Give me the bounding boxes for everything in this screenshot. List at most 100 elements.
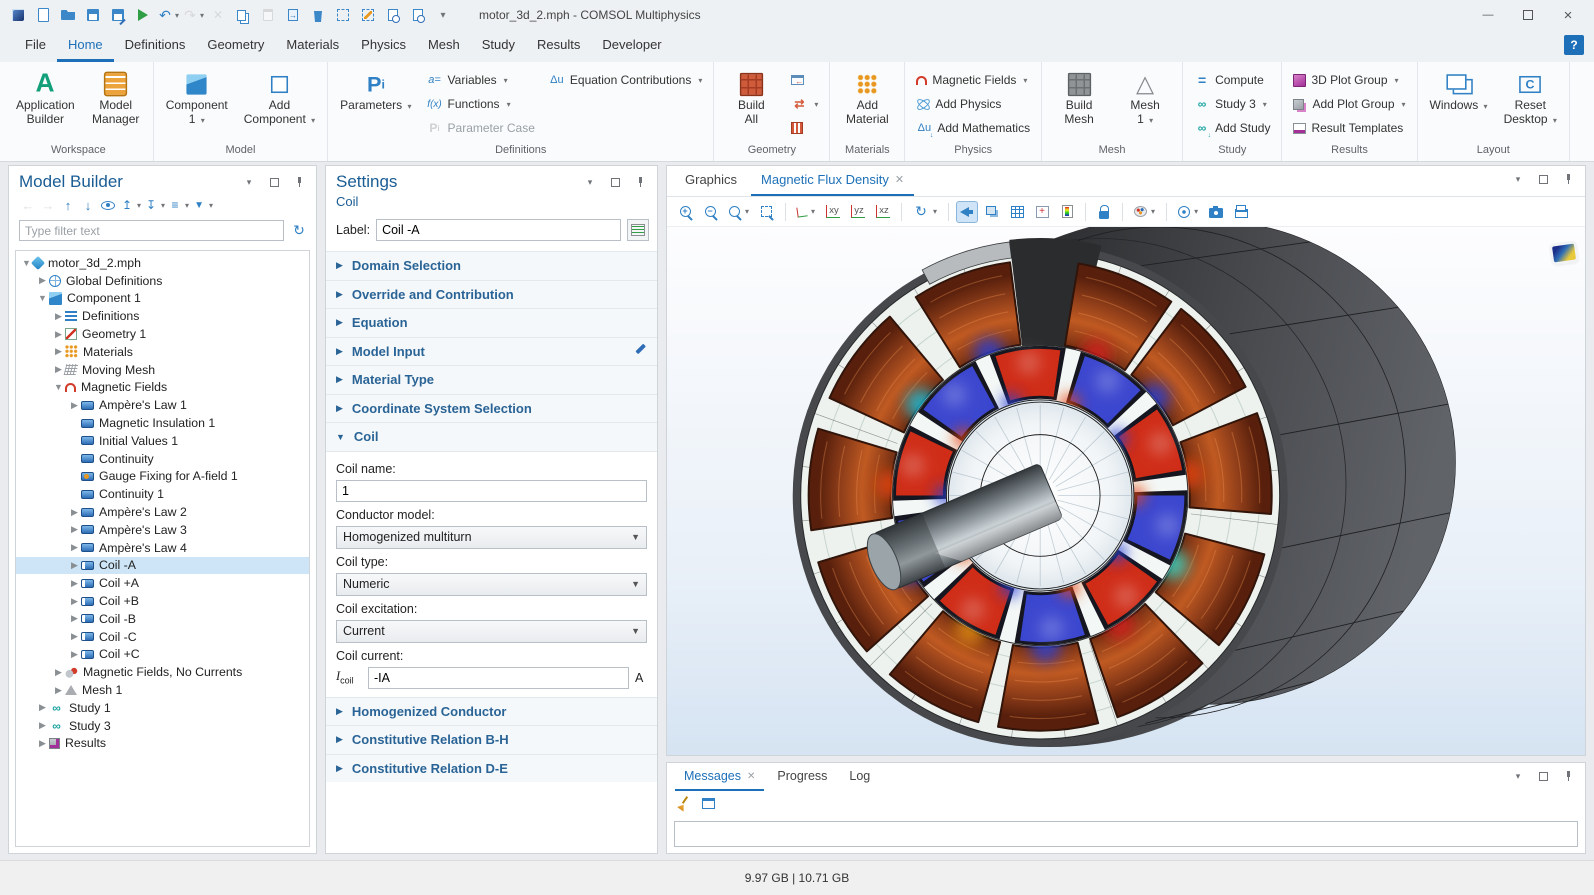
- chevron-right-icon[interactable]: ▶: [68, 507, 81, 518]
- environment-button[interactable]: ▾: [1174, 201, 1202, 223]
- new-file-button[interactable]: [31, 3, 55, 27]
- clear-messages-button[interactable]: [675, 794, 693, 812]
- tree-item-motor-3d-2-mph[interactable]: ▼motor_3d_2.mph: [16, 254, 309, 272]
- menu-item-results[interactable]: Results: [526, 30, 591, 62]
- coil-current-input[interactable]: [368, 667, 629, 689]
- collapse-button[interactable]: ↧▾: [143, 196, 165, 214]
- magnetic-fields-button[interactable]: Magnetic Fields▾: [911, 68, 1035, 92]
- tree-item-magnetic-insulation-1[interactable]: Magnetic Insulation 1: [16, 414, 309, 432]
- tab-messages[interactable]: Messages✕: [675, 764, 764, 791]
- section-homogenized-conductor[interactable]: ▶Homogenized Conductor: [326, 697, 657, 726]
- add-mathematics-button[interactable]: ΔuAdd Mathematics: [911, 116, 1035, 140]
- chevron-right-icon[interactable]: ▶: [68, 649, 81, 660]
- zoom-out-button[interactable]: −: [700, 201, 722, 223]
- tree-filter-input[interactable]: [19, 220, 284, 241]
- tree-item-magnetic-fields[interactable]: ▼Magnetic Fields: [16, 379, 309, 397]
- zoom-extents-button[interactable]: [756, 201, 778, 223]
- rename-button[interactable]: [627, 219, 649, 241]
- functions-button[interactable]: f(x)Functions▾: [422, 92, 540, 116]
- clear-selection-button[interactable]: [356, 3, 380, 27]
- section-equation[interactable]: ▶Equation: [326, 308, 657, 337]
- reset-desktop-button[interactable]: CResetDesktop ▾: [1498, 66, 1563, 130]
- float-button[interactable]: [1534, 767, 1552, 785]
- view-xz-button[interactable]: xz: [872, 201, 894, 223]
- menu-item-materials[interactable]: Materials: [275, 30, 350, 62]
- save-button[interactable]: [81, 3, 105, 27]
- screenshot-button[interactable]: [1205, 201, 1227, 223]
- tab-log[interactable]: Log: [840, 764, 879, 791]
- delete-button[interactable]: [306, 3, 330, 27]
- pin-button[interactable]: [631, 173, 649, 191]
- study-3-button[interactable]: ∞Study 3▾: [1189, 92, 1275, 116]
- menu-item-study[interactable]: Study: [471, 30, 526, 62]
- chevron-right-icon[interactable]: ▶: [52, 685, 65, 696]
- add-material-button[interactable]: AddMaterial: [836, 66, 898, 129]
- print-button[interactable]: [1230, 201, 1252, 223]
- expand-button[interactable]: ↥▾: [119, 196, 141, 214]
- appearance-button[interactable]: ▾: [1130, 201, 1159, 223]
- transparency-button[interactable]: [981, 201, 1003, 223]
- tree-item-coil-+a[interactable]: ▶Coil +A: [16, 574, 309, 592]
- default-view-button[interactable]: ▾: [793, 201, 819, 223]
- tree-item-coil-b[interactable]: ▶Coil -B: [16, 610, 309, 628]
- axis-orientation-button[interactable]: +: [1031, 201, 1053, 223]
- tree-item-study-3[interactable]: ▶∞Study 3: [16, 717, 309, 735]
- qat-customize-button[interactable]: ▾: [431, 3, 455, 27]
- chevron-right-icon[interactable]: ▶: [36, 702, 49, 713]
- tree-item-results[interactable]: ▶Results: [16, 735, 309, 753]
- chevron-right-icon[interactable]: ▶: [68, 400, 81, 411]
- section-coordinate-system-selection[interactable]: ▶Coordinate System Selection: [326, 394, 657, 423]
- plot-thumbnail-icon[interactable]: [1552, 244, 1576, 263]
- tab-progress[interactable]: Progress: [768, 764, 836, 791]
- build-all-button[interactable]: BuildAll: [720, 66, 782, 129]
- tree-item-continuity[interactable]: Continuity: [16, 450, 309, 468]
- mesh-1-button[interactable]: △Mesh1 ▾: [1114, 66, 1176, 130]
- lock-button[interactable]: [1093, 201, 1115, 223]
- move-down-button[interactable]: ↓: [79, 196, 97, 214]
- chevron-right-icon[interactable]: ▶: [68, 596, 81, 607]
- messages-output-box[interactable]: [674, 821, 1578, 847]
- float-button[interactable]: [265, 173, 283, 191]
- tree-item-coil-+c[interactable]: ▶Coil +C: [16, 646, 309, 664]
- add-component-button[interactable]: AddComponent ▾: [238, 66, 321, 130]
- tab-magnetic-flux-density[interactable]: Magnetic Flux Density✕: [751, 166, 914, 196]
- chevron-right-icon[interactable]: ▶: [36, 275, 49, 286]
- app-button[interactable]: [6, 3, 30, 27]
- float-button[interactable]: [1534, 170, 1552, 188]
- conductor-model-select[interactable]: Homogenized multiturn▼: [336, 526, 647, 549]
- show-button[interactable]: [99, 196, 117, 214]
- open-in-window-button[interactable]: [699, 794, 717, 812]
- menu-item-home[interactable]: Home: [57, 30, 114, 62]
- parameters--button[interactable]: PiParameters ▾: [334, 66, 417, 117]
- view-xy-button[interactable]: xy: [822, 201, 844, 223]
- chevron-down-button[interactable]: ▾: [1509, 767, 1527, 785]
- model-manager-button[interactable]: ModelManager: [85, 66, 147, 129]
- select-button[interactable]: [331, 3, 355, 27]
- coil-type-select[interactable]: Numeric▼: [336, 573, 647, 596]
- chevron-right-icon[interactable]: ▶: [68, 613, 81, 624]
- chevron-right-icon[interactable]: ▶: [52, 667, 65, 678]
- maximize-button[interactable]: [1508, 1, 1548, 29]
- section-model-input[interactable]: ▶Model Input: [326, 337, 657, 366]
- pin-button[interactable]: [290, 173, 308, 191]
- tree-item-coil-c[interactable]: ▶Coil -C: [16, 628, 309, 646]
- find-button[interactable]: [381, 3, 405, 27]
- save-as-button[interactable]: [106, 3, 130, 27]
- chevron-down-icon[interactable]: ▼: [36, 293, 49, 303]
- search-model-button[interactable]: [406, 3, 430, 27]
- copy-button[interactable]: [231, 3, 255, 27]
- menu-item-geometry[interactable]: Geometry: [196, 30, 275, 62]
- tree-item-global-definitions[interactable]: ▶Global Definitions: [16, 272, 309, 290]
- float-button[interactable]: [606, 173, 624, 191]
- open-button[interactable]: [56, 3, 80, 27]
- menu-item-definitions[interactable]: Definitions: [114, 30, 197, 62]
- zoom-in-button[interactable]: +: [675, 201, 697, 223]
- menu-item-mesh[interactable]: Mesh: [417, 30, 471, 62]
- chevron-right-icon[interactable]: ▶: [52, 311, 65, 322]
- tree-item-initial-values-1[interactable]: Initial Values 1: [16, 432, 309, 450]
- tree-item-materials[interactable]: ▶Materials: [16, 343, 309, 361]
- chevron-right-icon[interactable]: ▶: [68, 631, 81, 642]
- geometry-measure-icon-button[interactable]: [786, 116, 823, 140]
- application-builder-button[interactable]: AApplicationBuilder: [10, 66, 81, 129]
- section-material-type[interactable]: ▶Material Type: [326, 365, 657, 394]
